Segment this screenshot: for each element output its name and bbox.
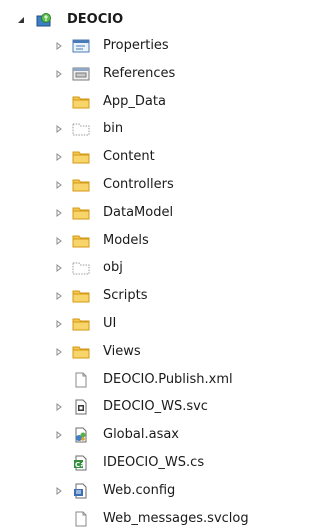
tree-item-label: Views [103,343,141,359]
tree-item[interactable]: C# IDEOCIO_WS.cs [0,451,283,475]
tree-item[interactable]: Web.config [0,479,283,503]
folder-icon [72,149,90,165]
tree-item[interactable]: bin [0,117,283,141]
svg-text:C#: C# [75,461,86,469]
tree-item[interactable]: Content [0,145,283,169]
tree-item-label: IDEOCIO_WS.cs [103,455,205,470]
csharp-file-icon: C# [72,455,90,471]
hidden-folder-icon [72,121,90,137]
tree-item-label: Controllers [103,177,174,192]
tree-item-label: Global.asax [103,427,180,443]
folder-icon [72,205,90,221]
expand-arrow-icon[interactable] [54,319,64,329]
expand-arrow-icon[interactable] [54,152,64,162]
expand-arrow-icon[interactable] [54,347,64,357]
expand-arrow-icon[interactable] [54,208,64,218]
expand-arrow-icon[interactable] [54,180,64,190]
tree-item-label: Properties [103,38,169,53]
tree-item-label: Models [103,232,149,248]
tree-item[interactable]: DataModel [0,201,283,225]
tree-item-label: App_Data [103,93,166,109]
expand-arrow-icon[interactable] [54,236,64,246]
tree-item[interactable]: obj [0,256,283,280]
tree-item[interactable]: Controllers [0,173,283,197]
config-file-icon [72,483,90,499]
expand-arrow-icon[interactable] [54,430,64,440]
folder-icon [72,344,90,360]
tree-item-label: References [103,65,176,81]
folder-icon [72,233,90,249]
folder-icon [72,288,90,304]
tree-item[interactable]: Web_messages.svclog [0,507,283,531]
tree-item-label: bin [103,121,124,137]
tree-item-label: Scripts [103,288,148,304]
tree-item[interactable]: App_Data [0,90,283,114]
tree-item[interactable]: Properties [0,34,283,58]
tree-item-label: UI [103,316,117,331]
expand-arrow-icon[interactable] [54,41,64,51]
collapse-arrow-icon[interactable] [16,15,26,25]
file-icon [72,511,90,527]
tree-item-label: Web.config [103,482,176,498]
project-name: DEOCIO [67,12,124,27]
properties-icon [72,38,90,54]
tree-root-project[interactable]: DEOCIO [0,8,283,32]
expand-arrow-icon[interactable] [54,69,64,79]
tree-item[interactable]: Scripts [0,284,283,308]
tree-item[interactable]: DEOCIO_WS.svc [0,395,283,419]
tree-item-label: obj [103,260,123,276]
file-icon [72,372,90,388]
web-project-icon [35,12,53,28]
folder-icon [72,316,90,332]
tree-item-label: Web_messages.svclog [103,510,249,526]
tree-item-label: DataModel [103,204,174,220]
expand-arrow-icon[interactable] [54,402,64,412]
tree-item[interactable]: DEOCIO.Publish.xml [0,368,283,392]
tree-item[interactable]: References [0,62,283,86]
tree-item-label: Content [103,149,155,165]
svc-file-icon [72,399,90,415]
hidden-folder-icon [72,260,90,276]
folder-icon [72,94,90,110]
expand-arrow-icon[interactable] [54,291,64,301]
tree-item[interactable]: Views [0,340,283,364]
asax-file-icon [72,427,90,443]
expand-arrow-icon[interactable] [54,124,64,134]
tree-item[interactable]: UI [0,312,283,336]
references-icon [72,66,90,82]
solution-explorer-tree: DEOCIO Properties References App_Databin Co… [0,0,283,529]
tree-item-label: DEOCIO_WS.svc [103,399,208,415]
folder-icon [72,177,90,193]
tree-item-label: DEOCIO.Publish.xml [103,371,233,387]
tree-item[interactable]: Global.asax [0,423,283,447]
tree-item[interactable]: Models [0,229,283,253]
expand-arrow-icon[interactable] [54,263,64,273]
expand-arrow-icon[interactable] [54,486,64,496]
